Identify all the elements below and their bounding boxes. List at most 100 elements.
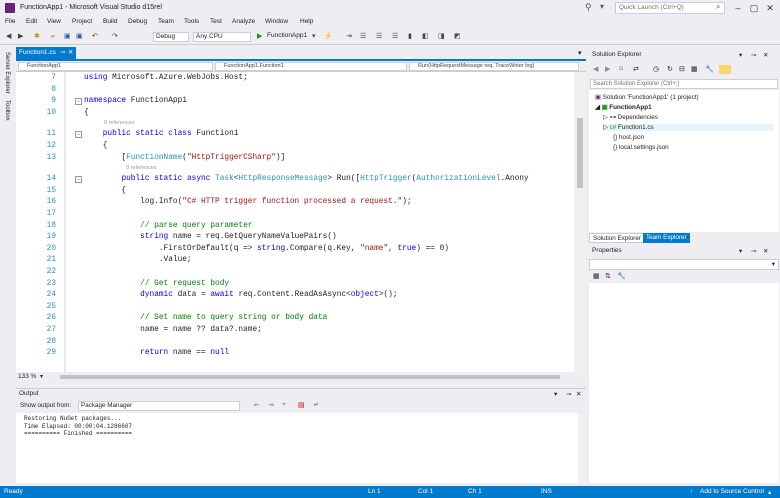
start-dropdown-icon[interactable]: ▾ — [312, 32, 316, 42]
output-source-dropdown[interactable]: Package Manager — [78, 401, 240, 411]
configuration-dropdown[interactable]: Debug — [153, 32, 189, 42]
property-pages-icon[interactable]: 🔧 — [617, 272, 626, 280]
tab-solution-explorer[interactable]: Solution Explorer — [589, 233, 645, 243]
se-home-icon[interactable]: ⌂ — [619, 65, 623, 72]
se-refresh-icon[interactable]: ↻ — [667, 65, 673, 73]
minimize-button[interactable]: – — [730, 2, 746, 14]
clear-all-icon[interactable]: ▤ — [298, 401, 305, 409]
se-back-icon[interactable]: ◀ — [593, 65, 598, 73]
code-line[interactable]: 17 — [16, 209, 574, 220]
output-scrollbar[interactable] — [578, 413, 586, 483]
class-nav-dropdown[interactable]: FunctionApp1.Function1 — [215, 62, 407, 71]
menu-view[interactable]: View — [47, 18, 61, 25]
prop-pin-icon[interactable]: ⊸ — [751, 247, 756, 255]
output-pin-icon[interactable]: ⊸ — [566, 390, 571, 398]
se-pin-icon[interactable]: ⊸ — [751, 51, 756, 59]
code-line[interactable]: 19 string name = req.GetQueryNameValuePa… — [16, 232, 574, 243]
se-preview-icon[interactable] — [719, 65, 731, 74]
selector-dropdown-icon[interactable]: ▾ — [772, 260, 775, 268]
code-line[interactable]: 16 log.Info("C# HTTP trigger function pr… — [16, 197, 574, 208]
collapse-icon[interactable]: ▷ — [603, 124, 608, 131]
toolbox-tab[interactable]: Toolbox — [4, 100, 10, 121]
menu-analyze[interactable]: Analyze — [232, 18, 255, 25]
editor-hscroll-thumb[interactable] — [60, 375, 560, 379]
new-project-icon[interactable]: ✱ — [34, 32, 40, 42]
indent-icon[interactable]: ☰ — [376, 32, 382, 42]
se-pending-icon[interactable]: ◷ — [653, 65, 659, 73]
code-line[interactable]: 14 − public static async Task<HttpRespons… — [16, 174, 574, 185]
tree-item-function1[interactable]: ▷ c# Function1.cs — [603, 124, 773, 131]
solution-search-input[interactable]: Search Solution Explorer (Ctrl+;) — [590, 79, 778, 89]
prev-message-icon[interactable]: ⇤ — [254, 401, 260, 409]
tree-item-dependencies[interactable]: ▷ ⊶ Dependencies — [603, 114, 658, 121]
bookmark-prev-icon[interactable]: ◧ — [422, 32, 429, 42]
word-wrap-icon[interactable]: ⤶ — [314, 401, 318, 409]
tab-overflow-icon[interactable]: ▾ — [578, 49, 582, 57]
editor-vertical-scrollbar[interactable] — [574, 72, 586, 372]
menu-file[interactable]: File — [5, 18, 15, 25]
find-icon[interactable]: ⌖ — [282, 401, 286, 409]
tree-item-solution[interactable]: ▣ Solution 'FunctionApp1' (1 project) — [595, 94, 699, 101]
align-icon[interactable]: ☰ — [360, 32, 366, 42]
menu-test[interactable]: Test — [210, 18, 222, 25]
fold-toggle-icon[interactable]: − — [75, 176, 82, 184]
platform-dropdown[interactable]: Any CPU — [193, 32, 251, 42]
code-line[interactable]: 25 — [16, 302, 574, 313]
upload-icon[interactable]: ↑ — [690, 488, 693, 495]
code-line[interactable]: 28 — [16, 337, 574, 348]
se-close-icon[interactable]: ✕ — [763, 51, 768, 59]
fold-toggle-icon[interactable]: − — [75, 98, 82, 106]
se-properties-icon[interactable]: 🔧 — [705, 65, 714, 73]
se-dropdown-icon[interactable]: ▾ — [739, 51, 742, 59]
prop-close-icon[interactable]: ✕ — [763, 247, 768, 255]
references-codelens[interactable]: 0 references — [126, 165, 157, 174]
tab-team-explorer[interactable]: Team Explorer — [643, 233, 690, 243]
feedback-icon[interactable]: ⚲ — [585, 2, 592, 13]
redo-icon[interactable]: ↷ — [112, 32, 118, 42]
source-control-dropdown-icon[interactable]: ▴ — [768, 488, 771, 496]
properties-object-selector[interactable]: ▾ — [589, 259, 779, 270]
menu-window[interactable]: Window — [265, 18, 288, 25]
code-line[interactable]: 23 // Get request body — [16, 279, 574, 290]
menu-team[interactable]: Team — [158, 18, 174, 25]
back-icon[interactable]: ◀ — [6, 32, 11, 42]
code-line[interactable]: 9 − namespace FunctionApp1 — [16, 96, 574, 107]
categorized-icon[interactable]: ▦ — [593, 272, 600, 280]
references-codelens[interactable]: 0 references — [104, 120, 135, 129]
project-nav-dropdown[interactable]: FunctionApp1 — [18, 62, 213, 71]
code-line[interactable]: 10 { — [16, 108, 574, 119]
code-line[interactable]: 11 − public static class Function1 — [16, 129, 574, 140]
source-control-button[interactable]: Add to Source Control — [700, 488, 764, 495]
browser-link-icon[interactable]: ⚡ — [324, 32, 333, 42]
code-line[interactable]: 13 [FunctionName("HttpTriggerCSharp")] — [16, 153, 574, 164]
alphabetical-icon[interactable]: ⇅ — [605, 272, 611, 280]
open-file-icon[interactable]: ▰ — [50, 32, 55, 42]
se-show-all-icon[interactable]: ▦ — [691, 65, 698, 73]
save-all-icon[interactable]: ▣ — [76, 32, 83, 42]
prop-dropdown-icon[interactable]: ▾ — [739, 247, 742, 255]
comment-icon[interactable]: ☰ — [392, 32, 398, 42]
quick-launch-input[interactable]: Quick Launch (Ctrl+Q) — [615, 2, 725, 14]
undo-icon[interactable]: ↶ — [92, 32, 98, 42]
se-sync-icon[interactable]: ⇄ — [633, 65, 639, 73]
code-line[interactable]: 29 return name == null — [16, 348, 574, 359]
next-message-icon[interactable]: ⇥ — [268, 401, 274, 409]
collapse-icon[interactable]: ▷ — [603, 114, 608, 121]
step-icon[interactable]: ⇥ — [346, 32, 352, 42]
close-button[interactable]: ✕ — [762, 2, 778, 14]
code-line[interactable]: 26 // Set name to query string or body d… — [16, 313, 574, 324]
zoom-dropdown-icon[interactable]: ▾ — [40, 373, 43, 380]
fold-toggle-icon[interactable]: − — [75, 131, 82, 139]
se-forward-icon[interactable]: ▶ — [605, 65, 610, 73]
maximize-button[interactable]: ▢ — [746, 2, 762, 14]
start-icon[interactable]: ▶ — [257, 32, 262, 42]
menu-debug[interactable]: Debug — [128, 18, 147, 25]
menu-build[interactable]: Build — [103, 18, 117, 25]
member-nav-dropdown[interactable]: Run(HttpRequestMessage req, TraceWriter … — [409, 62, 579, 71]
bookmark-icon[interactable]: ▮ — [408, 32, 412, 42]
zoom-level[interactable]: 133 % — [18, 373, 36, 380]
output-dropdown-icon[interactable]: ▾ — [554, 390, 557, 398]
code-editor[interactable]: 7 using Microsoft.Azure.WebJobs.Host; 8 9− n… — [16, 72, 574, 372]
code-line[interactable]: 27 name = name ?? data?.name; — [16, 325, 574, 336]
tree-item-host-json[interactable]: {} host.json — [613, 134, 644, 141]
